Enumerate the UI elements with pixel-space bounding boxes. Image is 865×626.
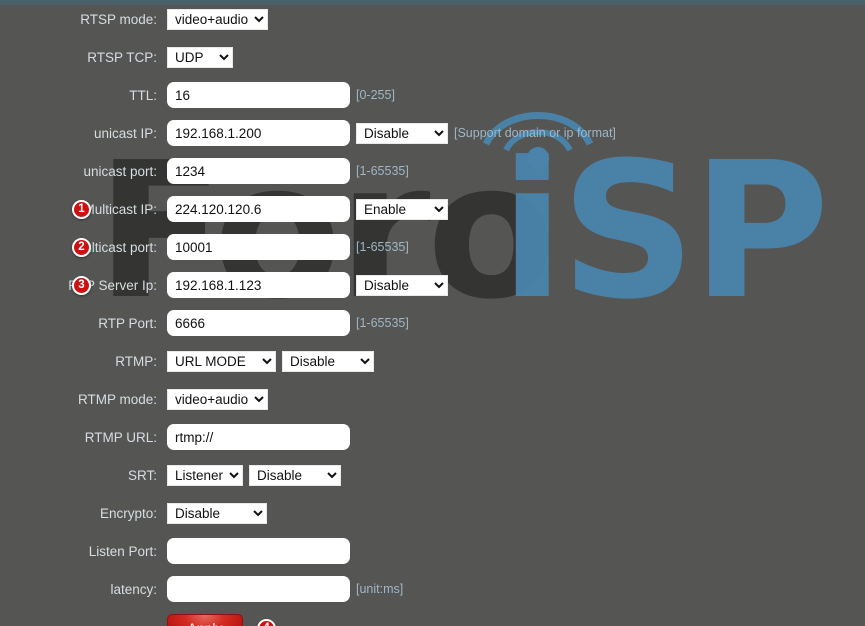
rtp-port-input[interactable] (167, 310, 350, 336)
form-row: Listen Port: (0, 532, 865, 570)
form-row: RTP Port: [1-65535] (0, 304, 865, 342)
latency-hint: [unit:ms] (356, 582, 404, 596)
ttl-input[interactable] (167, 82, 350, 108)
apply-row: Apply 4 (0, 608, 865, 626)
field-control-group: UDPTCP (167, 46, 233, 68)
rtmp-select[interactable]: URL MODEPUSH MODE (167, 350, 276, 372)
multicast-port-hint: [1-65535] (356, 240, 409, 254)
field-label: latency: (110, 581, 157, 597)
field-label: RTMP URL: (84, 429, 157, 445)
encrypto-select[interactable]: DisableAES-128AES-192AES-256 (167, 502, 267, 524)
field-label: RTMP mode: (77, 391, 157, 407)
multicast-ip-enable-select[interactable]: EnableDisable (356, 198, 448, 220)
unicast-ip-enable-select[interactable]: DisableEnable (356, 122, 448, 144)
form-row: Encrypto: DisableAES-128AES-192AES-256 (0, 494, 865, 532)
step-marker-3: 3 (72, 275, 91, 295)
step-marker-2: 2 (72, 237, 91, 257)
rtp-port-hint: [1-65535] (356, 316, 409, 330)
rtp-server-ip-enable-select[interactable]: DisableEnable (356, 274, 448, 296)
rtsp-mode-select[interactable]: video+audiovideoaudio (167, 8, 268, 30)
form-row: RTMP URL: (0, 418, 865, 456)
unicast-port-hint: [1-65535] (356, 164, 409, 178)
form-row: RTMP mode: video+audiovideoaudio (0, 380, 865, 418)
form-row: TTL: [0-255] (0, 76, 865, 114)
field-control-group: DisableEnable [Support domain or ip forma… (167, 120, 616, 146)
form-row: RTSP TCP: UDPTCP (0, 38, 865, 76)
field-control-group: DisableAES-128AES-192AES-256 (167, 502, 267, 524)
step-marker-4: 4 (257, 618, 276, 626)
form-row: Multicast port:[1-65535] (0, 228, 865, 266)
config-page: Foro iSP RTSP mode:video+audiovideoaudio… (0, 0, 865, 626)
unicast-ip-hint: [Support domain or ip format] (454, 126, 616, 140)
form-row: RTP Server Ip:DisableEnable (0, 266, 865, 304)
field-control-group: [unit:ms] (167, 576, 403, 602)
field-label: Encrypto: (99, 505, 157, 521)
multicast-ip-input[interactable] (167, 196, 350, 222)
field-label: unicast IP: (93, 125, 157, 141)
unicast-port-input[interactable] (167, 158, 350, 184)
field-control-group: EnableDisable (167, 196, 448, 222)
field-control-group (167, 538, 350, 564)
rtp-server-ip-input[interactable] (167, 272, 350, 298)
field-label: RTSP TCP: (87, 49, 157, 65)
unicast-ip-input[interactable] (167, 120, 350, 146)
form-row: RTSP mode: video+audiovideoaudio (0, 0, 865, 38)
field-label: RTSP mode: (80, 11, 157, 27)
field-label: RTP Port: (98, 315, 157, 331)
field-control-group (167, 424, 350, 450)
form-row: latency: [unit:ms] (0, 570, 865, 608)
field-control-group: ListenerCaller DisableEnable (167, 464, 341, 486)
form-row: Multicast IP:EnableDisable (0, 190, 865, 228)
field-control-group: DisableEnable (167, 272, 448, 298)
field-label: Listen Port: (88, 543, 157, 559)
apply-button[interactable]: Apply (167, 614, 243, 626)
form-row: RTMP: URL MODEPUSH MODE DisableEnable (0, 342, 865, 380)
listen-port-input[interactable] (167, 538, 350, 564)
field-label: unicast port: (83, 163, 157, 179)
form-row: unicast port: [1-65535] (0, 152, 865, 190)
rtsp-tcp-select[interactable]: UDPTCP (167, 46, 233, 68)
stream-settings-form: RTSP mode: video+audiovideoaudio RTSP TCP:… (0, 0, 865, 626)
rtmp-mode-select[interactable]: video+audiovideoaudio (167, 388, 268, 410)
field-label: RTMP: (115, 353, 157, 369)
field-control-group: [0-255] (167, 82, 395, 108)
step-marker-1: 1 (72, 199, 91, 219)
form-row: unicast IP: DisableEnable [Support domain … (0, 114, 865, 152)
field-control-group: video+audiovideoaudio (167, 8, 268, 30)
ttl-hint: [0-255] (356, 88, 395, 102)
srt-enable-select[interactable]: DisableEnable (249, 464, 341, 486)
field-control-group: video+audiovideoaudio (167, 388, 268, 410)
multicast-port-input[interactable] (167, 234, 350, 260)
field-control-group: [1-65535] (167, 234, 409, 260)
latency-input[interactable] (167, 576, 350, 602)
srt-select[interactable]: ListenerCaller (167, 464, 243, 486)
rtmp-enable-select[interactable]: DisableEnable (282, 350, 374, 372)
field-control-group: [1-65535] (167, 310, 409, 336)
apply-button-wrap: Apply 4 (167, 614, 276, 626)
field-label: TTL: (129, 87, 157, 103)
field-label: SRT: (127, 467, 157, 483)
field-control-group: URL MODEPUSH MODE DisableEnable (167, 350, 374, 372)
field-control-group: [1-65535] (167, 158, 409, 184)
rtmp-url-input[interactable] (167, 424, 350, 450)
form-row: SRT: ListenerCaller DisableEnable (0, 456, 865, 494)
